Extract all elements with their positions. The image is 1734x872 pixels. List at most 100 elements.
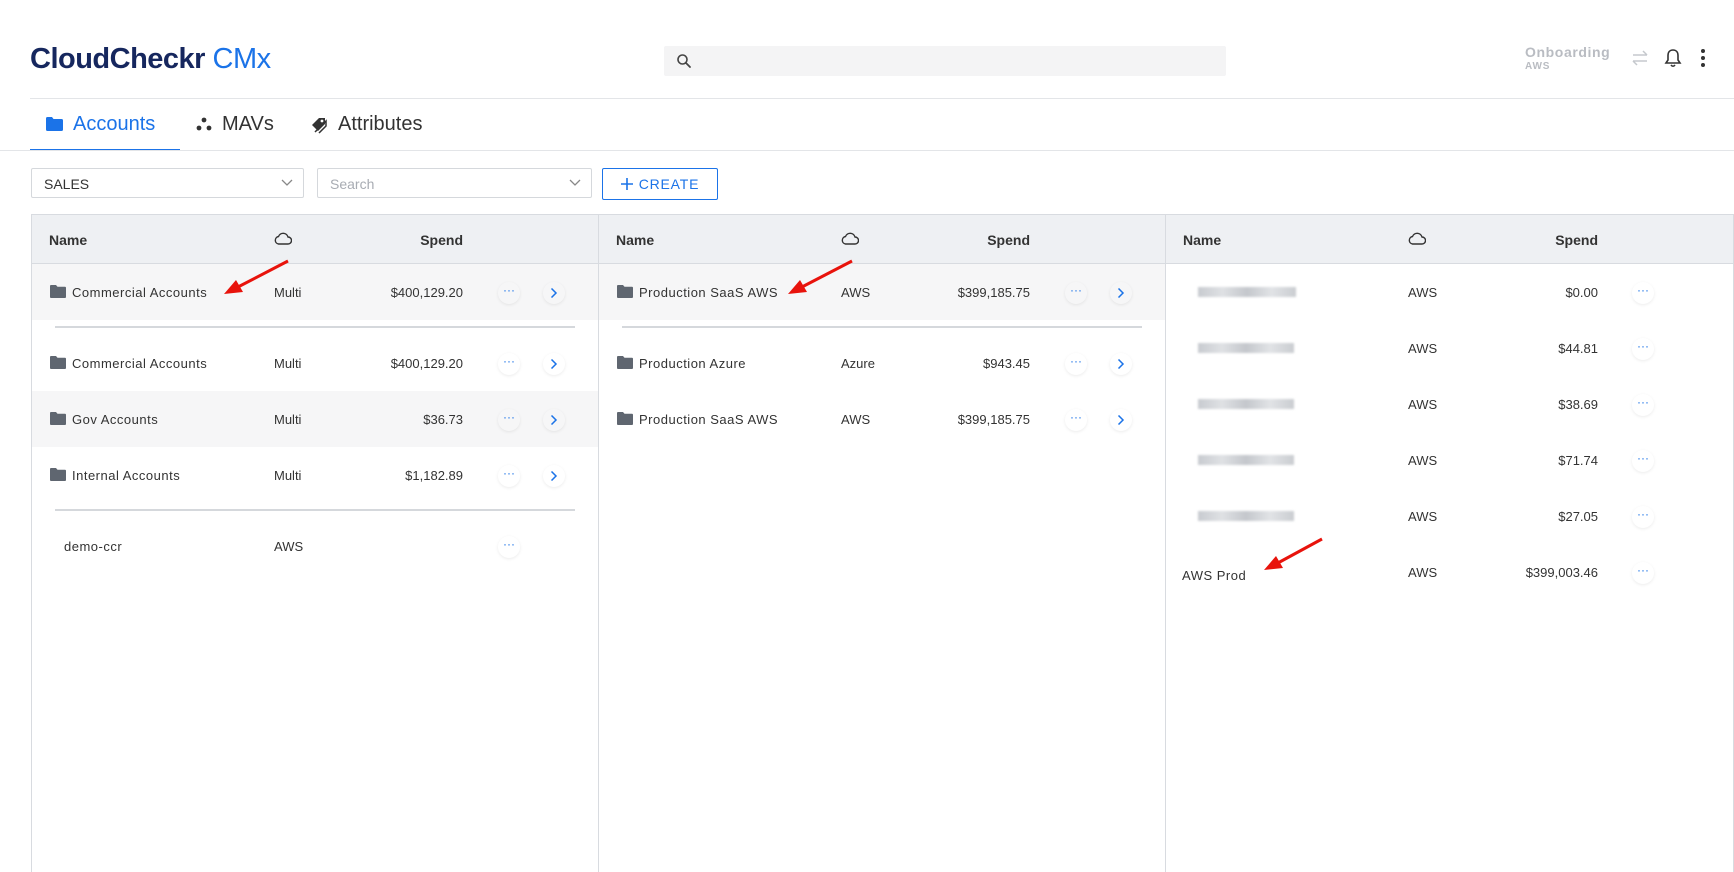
row-spend: $399,185.75 [957,285,1030,300]
more-options-button[interactable]: ··· [498,465,520,487]
open-row-button[interactable] [543,353,565,375]
open-row-button[interactable] [543,409,565,431]
logo-text-cloudcheckr: CloudCheckr [30,43,205,75]
create-button-label: CREATE [638,176,700,192]
row-name: demo-ccr [64,539,123,554]
table-row[interactable]: demo-ccr AWS ··· [32,518,598,574]
table-row[interactable]: Internal Accounts Multi $1,182.89 ··· [32,447,598,503]
row-cloud: AWS [1408,453,1438,468]
folder-icon [50,468,66,481]
open-row-button[interactable] [1110,409,1132,431]
row-name-redacted [1198,285,1296,300]
bell-icon[interactable] [1664,48,1682,68]
more-options-button[interactable]: ··· [1632,282,1654,304]
open-row-button[interactable] [543,282,565,304]
global-search-input[interactable] [664,46,1226,76]
table-row[interactable]: AWS $0.00 ··· [1166,264,1733,320]
onboarding-status[interactable]: Onboarding AWS [1525,44,1610,72]
row-separator [55,326,575,328]
create-button[interactable]: CREATE [602,168,718,200]
tab-attributes[interactable]: Attributes [311,113,422,151]
folder-icon [50,412,66,425]
accounts-column-1: Name Spend Commercial Accounts Multi $40… [31,214,598,872]
table-row[interactable]: Commercial Accounts Multi $400,129.20 ··… [32,264,598,320]
tab-accounts[interactable]: Accounts [46,113,155,151]
header-spend[interactable]: Spend [1555,232,1598,248]
row-name: Commercial Accounts [72,285,208,300]
row-spend: $0.00 [1565,285,1598,300]
chevron-down-icon [569,179,581,186]
tab-mavs[interactable]: MAVs [196,113,274,151]
annotation-arrow [224,259,289,294]
more-options-button[interactable]: ··· [1065,353,1087,375]
row-name: AWS Prod [1182,568,1247,583]
folder-icon [46,117,63,131]
swap-icon[interactable] [1630,50,1650,66]
onboarding-sub: AWS [1525,61,1551,72]
open-row-button[interactable] [543,465,565,487]
more-options-button[interactable]: ··· [1065,409,1087,431]
chevron-right-icon [1117,288,1125,298]
more-options-button[interactable]: ··· [498,282,520,304]
more-options-button[interactable]: ··· [498,536,520,558]
header-spend[interactable]: Spend [420,232,463,248]
table-row[interactable]: Commercial Accounts Multi $400,129.20 ··… [32,335,598,391]
folder-icon [617,412,633,425]
search-select-placeholder: Search [330,176,375,192]
kebab-menu-icon[interactable] [1700,48,1706,68]
table-row[interactable]: AWS $38.69 ··· [1166,376,1733,432]
table-row[interactable]: Production Azure Azure $943.45 ··· [599,335,1165,391]
tab-attributes-label: Attributes [338,113,423,135]
row-separator [622,326,1142,328]
mavs-icon [196,117,212,131]
header-name[interactable]: Name [1183,232,1221,248]
table-row[interactable]: AWS $71.74 ··· [1166,432,1733,488]
row-name-redacted [1198,397,1294,412]
folder-icon [617,356,633,369]
tabs-divider [0,150,1734,151]
open-row-button[interactable] [1110,353,1132,375]
more-options-button[interactable]: ··· [1632,338,1654,360]
group-select-value: SALES [44,176,90,192]
row-name: Production SaaS AWS [639,285,779,300]
row-name-redacted [1198,509,1294,524]
folder-icon [50,285,66,298]
row-name-redacted [1198,453,1294,468]
more-options-button[interactable]: ··· [498,409,520,431]
row-spend: $400,129.20 [390,356,463,371]
table-row[interactable]: Production SaaS AWS AWS $399,185.75 ··· [599,391,1165,447]
open-row-button[interactable] [1110,282,1132,304]
row-name-redacted [1198,341,1294,356]
redacted-text [1198,399,1294,409]
header-divider [30,98,1734,99]
redacted-text [1198,455,1294,465]
tags-icon [312,118,327,134]
redacted-text [1198,287,1296,297]
table-row[interactable]: AWS $27.05 ··· [1166,488,1733,544]
plus-icon [620,178,633,190]
search-select[interactable]: Search [317,168,592,198]
annotation-arrow [788,259,853,294]
more-options-button[interactable]: ··· [1065,282,1087,304]
row-name: Gov Accounts [72,412,159,427]
column-header: Name Spend [1166,214,1733,264]
header-name[interactable]: Name [49,232,87,248]
table-row[interactable]: AWS $44.81 ··· [1166,320,1733,376]
more-options-button[interactable]: ··· [1632,506,1654,528]
redacted-text [1198,343,1294,353]
table-row[interactable]: Gov Accounts Multi $36.73 ··· [32,391,598,447]
header-spend[interactable]: Spend [987,232,1030,248]
group-select[interactable]: SALES [31,168,304,198]
chevron-right-icon [550,415,558,425]
more-options-button[interactable]: ··· [1632,562,1654,584]
table-row[interactable]: AWS Prod AWS $399,003.46 ··· [1166,544,1733,600]
more-options-button[interactable]: ··· [498,353,520,375]
more-options-button[interactable]: ··· [1632,394,1654,416]
row-name: Internal Accounts [72,468,181,483]
more-options-button[interactable]: ··· [1632,450,1654,472]
header-name[interactable]: Name [616,232,654,248]
row-spend: $36.73 [423,412,463,427]
table-row[interactable]: Production SaaS AWS AWS $399,185.75 ··· [599,264,1165,320]
row-cloud: AWS [1408,341,1438,356]
app-logo[interactable]: CloudCheckr CMx [30,43,271,76]
